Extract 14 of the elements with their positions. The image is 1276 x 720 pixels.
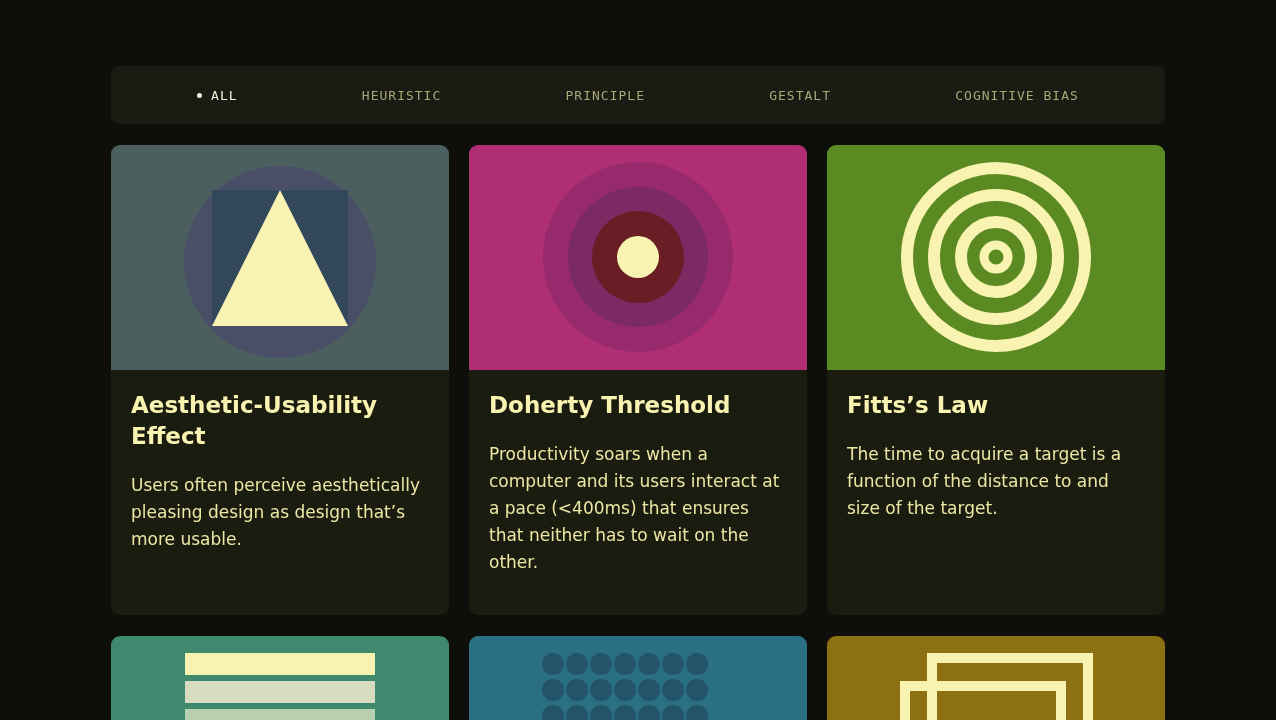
card-title: Fitts’s Law [847, 391, 990, 420]
card-description: Productivity soars when a computer and its users interact at a pace (<400ms) that ensures that neither has to wait on the other. [489, 443, 781, 574]
card[interactable]: Aesthetic-Usability Effect Users often perceive aesthetically pleasing design as design that’s more usable. [111, 145, 449, 615]
card[interactable]: Fitts’s Law The time to acquire a target is a function of the distance to and size of the target. [827, 145, 1165, 615]
filter-tab[interactable]: ALL [191, 83, 244, 107]
filter-tab[interactable]: GESTALT [763, 83, 837, 107]
card[interactable]: Doherty Threshold Productivity soars when a computer and its users interact at a pace (<400ms) that ensures that neither has to wait on the other. [469, 145, 807, 615]
card-description: Users often perceive aesthetically pleasing design as design that’s more usable. [131, 474, 421, 551]
filter-tab[interactable]: PRINCIPLE [559, 83, 651, 107]
filter-tab[interactable]: COGNITIVE BIAS [949, 83, 1085, 107]
filter-tab[interactable]: HEURISTIC [355, 83, 448, 107]
card-title: Aesthetic-Usability Effect [131, 391, 379, 451]
card-description: The time to acquire a target is a function of the distance to and size of the target. [847, 443, 1123, 520]
card-title: Doherty Threshold [489, 391, 732, 420]
